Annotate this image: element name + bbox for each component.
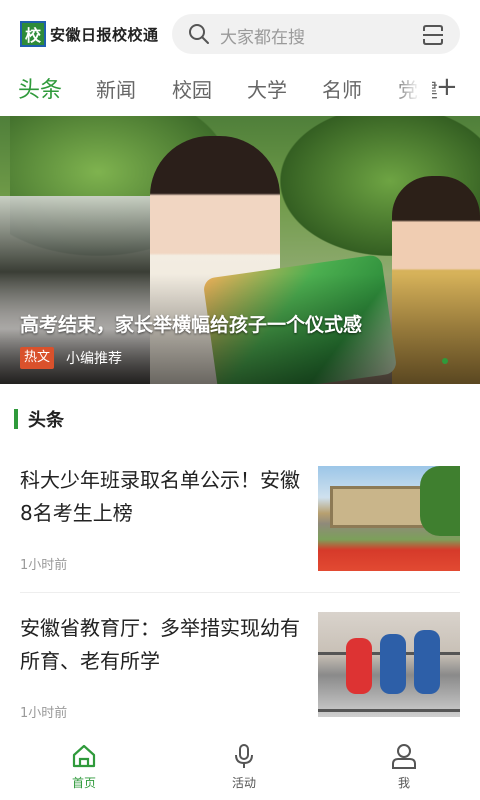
featured-banner[interactable]: 高考结束，家长举横幅给孩子一个仪式感 热文 小编推荐 [0, 116, 480, 384]
news-thumbnail [318, 466, 460, 571]
section-accent-bar [14, 409, 18, 429]
news-title: 科大少年班录取名单公示！安徽8名考生上榜 [20, 468, 300, 525]
tab-university[interactable]: 大学 [247, 74, 287, 103]
divider [20, 592, 460, 593]
search-icon [188, 23, 210, 49]
category-tabs: 头条 新闻 校园 大学 名师 党建 + [0, 66, 480, 112]
section-header: 头条 [14, 406, 64, 432]
bottom-nav: 首页 活动 我 [0, 730, 480, 800]
nav-activity[interactable]: 活动 [204, 742, 284, 791]
tab-headlines[interactable]: 头条 [18, 72, 62, 104]
carousel-dot [442, 358, 448, 364]
home-icon [44, 742, 124, 770]
carousel-dots [442, 358, 448, 364]
tab-news[interactable]: 新闻 [96, 74, 136, 103]
microphone-icon [204, 742, 284, 770]
add-tab-icon[interactable]: + [436, 72, 458, 102]
thumb-kid [346, 638, 372, 694]
nav-home[interactable]: 首页 [44, 742, 124, 791]
scan-icon[interactable] [422, 24, 444, 50]
logo-mark-icon: 校 [20, 21, 46, 47]
search-bar[interactable]: 大家都在搜 [172, 14, 460, 54]
nav-home-label: 首页 [71, 776, 96, 790]
thumb-gate [330, 486, 426, 528]
nav-activity-label: 活动 [231, 776, 256, 790]
section-title: 头条 [28, 410, 64, 431]
news-thumbnail [318, 612, 460, 717]
news-time: 1小时前 [20, 558, 68, 573]
thumb-tree [420, 466, 460, 536]
search-placeholder: 大家都在搜 [220, 28, 305, 48]
thumb-kid [380, 634, 406, 694]
nav-me-label: 我 [397, 776, 410, 790]
news-item[interactable]: 科大少年班录取名单公示！安徽8名考生上榜 1小时前 [0, 464, 480, 612]
app-name: 安徽日报校校通 [50, 25, 159, 44]
nav-me[interactable]: 我 [364, 742, 444, 791]
news-time: 1小时前 [20, 706, 68, 721]
app-header: 校 安徽日报校校通 大家都在搜 [0, 0, 480, 66]
banner-title: 高考结束，家长举横幅给孩子一个仪式感 [20, 314, 363, 336]
tab-campus[interactable]: 校园 [172, 74, 212, 103]
app-logo[interactable]: 校 安徽日报校校通 [20, 21, 159, 47]
user-icon [364, 742, 444, 770]
banner-source: 小编推荐 [66, 351, 122, 367]
thumb-kid [414, 630, 440, 694]
news-title: 安徽省教育厅：多举措实现幼有所育、老有所学 [20, 616, 300, 673]
tab-teachers[interactable]: 名师 [322, 74, 362, 103]
hot-badge: 热文 [20, 347, 55, 369]
tab-fade [392, 70, 432, 106]
logo-mark: 校 [24, 26, 41, 45]
